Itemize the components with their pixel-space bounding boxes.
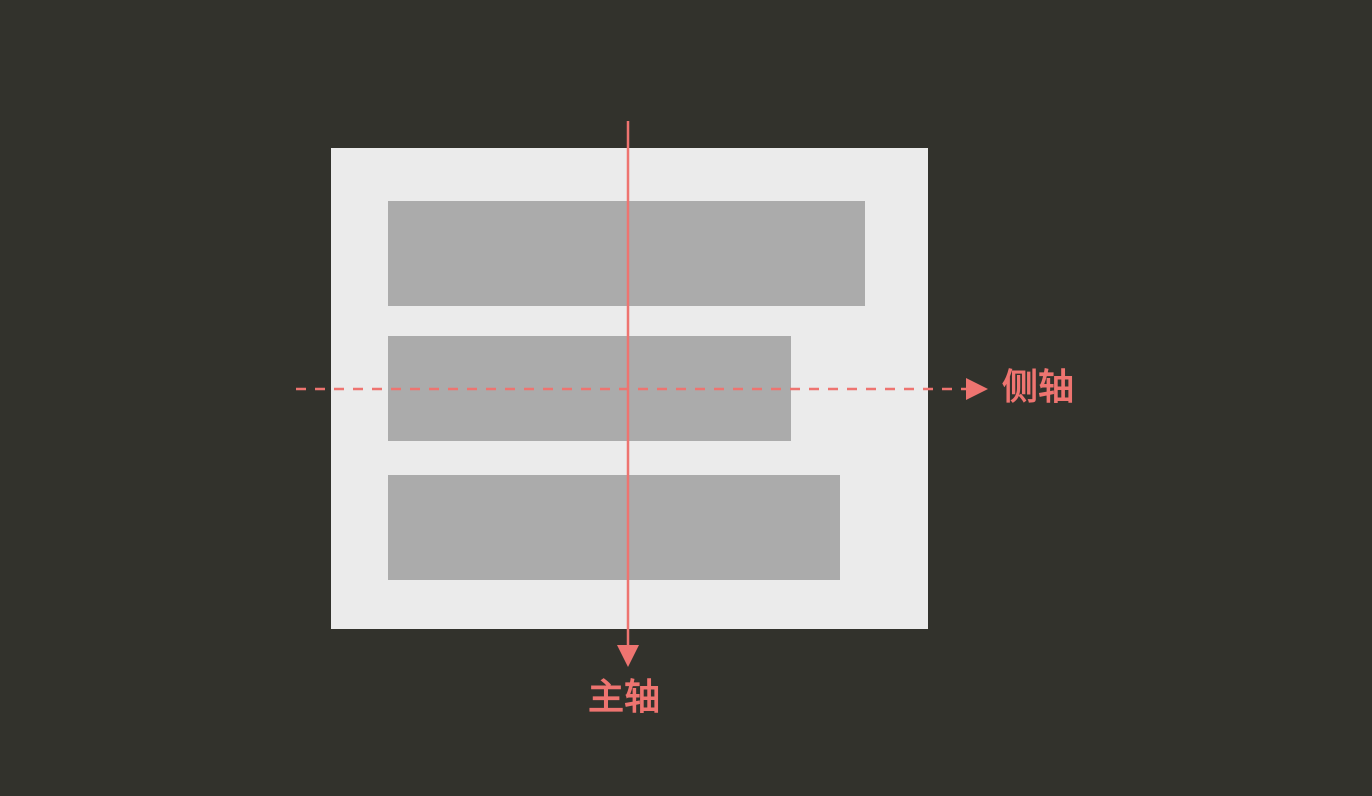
flex-item-2 <box>388 336 791 441</box>
cross-axis-label: 侧轴 <box>1002 367 1075 408</box>
main-axis-arrowhead <box>617 645 639 667</box>
flex-axis-diagram: 侧轴 主轴 <box>0 0 1372 796</box>
main-axis-label: 主轴 <box>588 677 661 718</box>
flex-item-3 <box>388 475 840 580</box>
cross-axis-arrowhead <box>966 378 988 400</box>
flex-container <box>331 148 928 629</box>
flex-item-1 <box>388 201 865 306</box>
